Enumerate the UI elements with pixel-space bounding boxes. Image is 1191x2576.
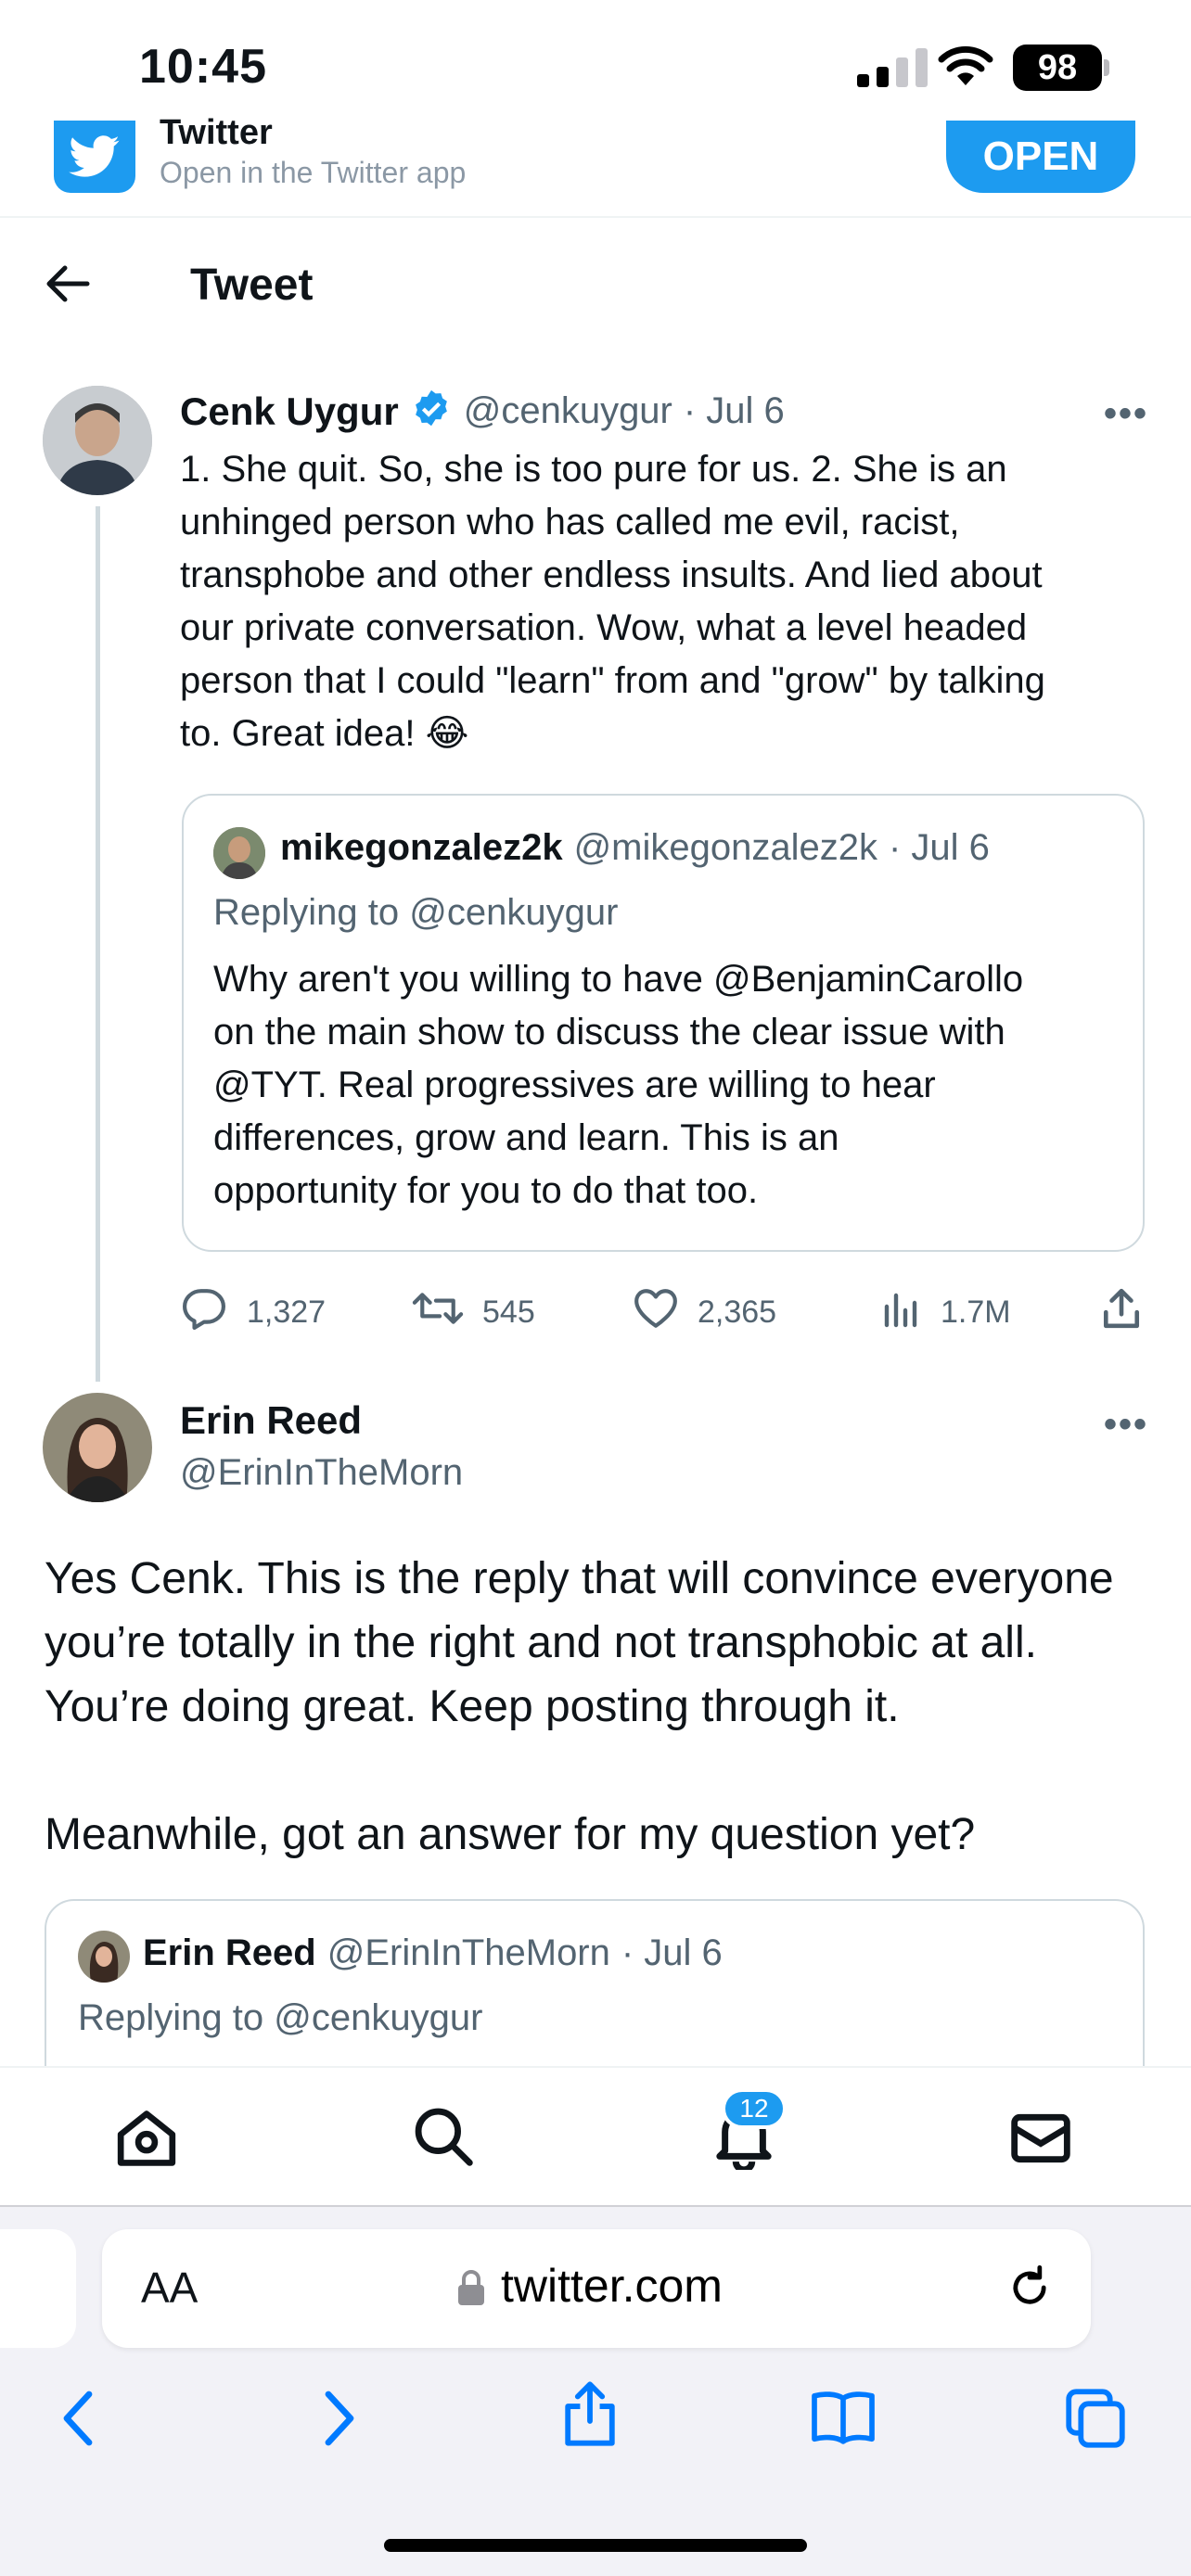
avatar[interactable] — [43, 386, 152, 495]
tweet-text-line: to. Great idea! 😂 — [180, 713, 469, 754]
twitter-logo-icon — [54, 121, 135, 193]
bookmarks-book-icon[interactable] — [807, 2389, 879, 2451]
messages-envelope-icon[interactable] — [1009, 2111, 1072, 2171]
previous-tab-preview[interactable] — [0, 2229, 76, 2348]
avatar — [78, 1931, 130, 1983]
tweet-text-line: unhinged person who has called me evil, … — [180, 502, 960, 542]
reply-tweet-text: Yes Cenk. This is the reply that will co… — [45, 1547, 1167, 1867]
notification-badge: 12 — [722, 2088, 787, 2129]
quoted-tweet-date: · Jul 6 — [621, 1932, 723, 1973]
views-button[interactable]: 1.7M — [881, 1287, 1011, 1338]
retweet-icon — [412, 1287, 464, 1338]
reply-button[interactable]: 1,327 — [180, 1287, 326, 1338]
verified-badge-icon — [410, 388, 453, 435]
tweet-text-line: person that I could "learn" from and "gr… — [180, 660, 1045, 701]
home-icon[interactable] — [115, 2109, 178, 2173]
tweet-text-line: 1. She quit. So, she is too pure for us.… — [180, 449, 1007, 490]
quoted-tweet-text: Why aren't you willing to have @Benjamin… — [213, 953, 1122, 1218]
tweet-text: 1. She quit. So, she is too pure for us.… — [180, 443, 1163, 760]
banner-title: Twitter — [160, 113, 273, 152]
battery-tip — [1104, 59, 1109, 76]
more-options-icon[interactable]: ••• — [1104, 393, 1148, 435]
battery-icon: 98 — [1013, 45, 1102, 91]
reply-text-line: Meanwhile, got an answer for my question… — [45, 1810, 976, 1859]
lock-icon — [456, 2270, 486, 2312]
replying-to: Replying to @cenkuygur — [78, 1997, 483, 2038]
browser-back-icon[interactable] — [59, 2389, 96, 2453]
reply-text-line — [45, 1739, 1167, 1803]
back-arrow-icon[interactable] — [45, 263, 91, 309]
quoted-author-handle: @ErinInTheMorn — [327, 1932, 610, 1973]
reader-settings-button[interactable]: AA — [141, 2263, 198, 2313]
like-button[interactable]: 2,365 — [633, 1287, 776, 1338]
quoted-author-name: Erin Reed — [143, 1932, 316, 1973]
thread-line — [96, 506, 100, 1382]
tweet-author-name[interactable]: Cenk Uygur — [180, 389, 399, 434]
wifi-icon — [937, 45, 994, 92]
tweet-text-line: our private conversation. Wow, what a le… — [180, 607, 1028, 648]
tweet-date[interactable]: · Jul 6 — [684, 390, 785, 432]
quoted-tweet-date: · Jul 6 — [889, 827, 990, 868]
quoted-text-line: opportunity for you to do that too. — [213, 1170, 759, 1211]
views-chart-icon — [881, 1287, 922, 1338]
reply-text-line: You’re doing great. Keep posting through… — [45, 1682, 900, 1731]
share-icon[interactable] — [1100, 1287, 1143, 1334]
quoted-text-line: Why aren't you willing to have @Benjamin… — [213, 959, 1024, 1000]
browser-share-icon[interactable] — [560, 2379, 620, 2453]
open-app-button[interactable]: OPEN — [946, 121, 1135, 193]
reply-author-name[interactable]: Erin Reed — [180, 1398, 362, 1443]
reload-icon[interactable] — [1005, 2263, 1054, 2317]
reply-count: 1,327 — [247, 1294, 327, 1330]
browser-forward-icon[interactable] — [321, 2389, 358, 2453]
like-count: 2,365 — [698, 1294, 777, 1330]
quoted-text-line: on the main show to discuss the clear is… — [213, 1012, 1005, 1052]
quoted-author-handle: @mikegonzalez2k — [573, 827, 877, 868]
replying-to: Replying to @cenkuygur — [213, 892, 619, 933]
quoted-text-line: differences, grow and learn. This is an — [213, 1117, 839, 1158]
retweet-count: 545 — [482, 1294, 535, 1330]
tabs-overview-icon[interactable] — [1063, 2387, 1128, 2455]
url-text[interactable]: twitter.com — [501, 2259, 723, 2313]
reply-text-line: Yes Cenk. This is the reply that will co… — [45, 1554, 1114, 1603]
reply-author-handle[interactable]: @ErinInTheMorn — [180, 1452, 463, 1494]
page-title: Tweet — [190, 261, 314, 310]
banner-subtitle: Open in the Twitter app — [160, 156, 467, 189]
quoted-text-line: @TYT. Real progressives are willing to h… — [213, 1065, 936, 1105]
search-icon[interactable] — [412, 2105, 475, 2173]
avatar[interactable] — [43, 1393, 152, 1502]
tweet-author-handle[interactable]: @cenkuygur — [464, 390, 672, 432]
retweet-button[interactable]: 545 — [412, 1287, 535, 1338]
cellular-signal-icon — [857, 46, 928, 87]
heart-icon — [633, 1287, 679, 1338]
quoted-author-name: mikegonzalez2k — [280, 827, 563, 868]
tweet-text-line: transphobe and other endless insults. An… — [180, 555, 1043, 595]
more-options-icon[interactable]: ••• — [1104, 1404, 1148, 1446]
views-count: 1.7M — [941, 1294, 1011, 1330]
status-time: 10:45 — [139, 40, 267, 94]
reply-text-line: you’re totally in the right and not tran… — [45, 1618, 1037, 1667]
reply-icon — [180, 1287, 228, 1338]
home-indicator — [384, 2539, 807, 2552]
avatar — [213, 827, 265, 879]
